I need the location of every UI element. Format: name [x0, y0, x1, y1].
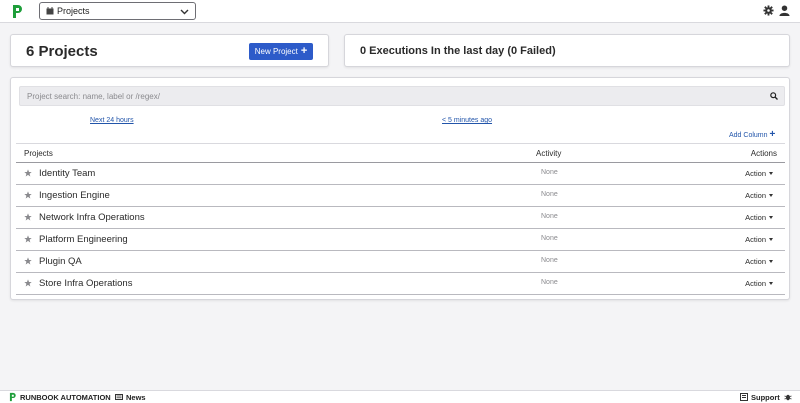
projects-count: 6 Projects — [26, 43, 98, 60]
caret-down-icon — [769, 282, 773, 285]
action-label: Action — [745, 279, 766, 288]
table-row[interactable]: Network Infra Operations None Action — [16, 207, 785, 229]
plus-icon: + — [300, 45, 308, 57]
project-name[interactable]: Store Infra Operations — [39, 278, 132, 289]
news-icon — [115, 394, 123, 400]
user-icon[interactable] — [779, 5, 790, 16]
add-column-button[interactable]: Add Column + — [729, 130, 775, 140]
action-label: Action — [745, 191, 766, 200]
next-24-hours-link[interactable]: Next 24 hours — [90, 117, 134, 124]
action-dropdown[interactable]: Action — [745, 235, 773, 244]
bug-icon[interactable] — [784, 393, 792, 401]
gear-icon[interactable] — [763, 5, 774, 16]
project-name[interactable]: Identity Team — [39, 168, 95, 179]
action-dropdown[interactable]: Action — [745, 191, 773, 200]
footer: RUNBOOK AUTOMATION News Support — [0, 390, 800, 403]
project-activity: None — [541, 191, 558, 198]
action-label: Action — [745, 213, 766, 222]
project-selector[interactable]: Projects — [39, 2, 196, 20]
star-icon[interactable] — [24, 279, 32, 287]
support-link[interactable]: Support — [751, 393, 780, 402]
star-icon[interactable] — [24, 191, 32, 199]
star-icon[interactable] — [24, 257, 32, 265]
top-bar: Projects — [0, 0, 800, 23]
executions-summary-card: 0 Executions In the last day (0 Failed) — [344, 34, 790, 67]
action-label: Action — [745, 235, 766, 244]
table-header: Projects Activity Actions — [16, 143, 785, 163]
table-row[interactable]: Store Infra Operations None Action — [16, 273, 785, 295]
project-list-card: Next 24 hours < 5 minutes ago Add Column… — [10, 77, 790, 300]
project-activity: None — [541, 213, 558, 220]
project-name[interactable]: Platform Engineering — [39, 234, 128, 245]
logo-icon — [9, 392, 16, 402]
caret-down-icon — [769, 172, 773, 175]
project-name[interactable]: Ingestion Engine — [39, 190, 110, 201]
star-icon[interactable] — [24, 235, 32, 243]
search-icon[interactable] — [770, 92, 778, 100]
action-dropdown[interactable]: Action — [745, 169, 773, 178]
plus-icon: + — [769, 129, 776, 140]
action-dropdown[interactable]: Action — [745, 279, 773, 288]
caret-down-icon — [769, 238, 773, 241]
star-icon[interactable] — [24, 169, 32, 177]
project-activity: None — [541, 257, 558, 264]
logo-icon[interactable] — [10, 4, 24, 19]
project-name[interactable]: Plugin QA — [39, 256, 82, 267]
new-project-button[interactable]: New Project + — [249, 43, 313, 60]
project-search-box — [19, 86, 785, 106]
caret-down-icon — [769, 216, 773, 219]
project-activity: None — [541, 279, 558, 286]
project-selector-label: Projects — [57, 6, 90, 16]
project-name[interactable]: Network Infra Operations — [39, 212, 145, 223]
header-activity: Activity — [536, 149, 562, 158]
support-icon — [740, 393, 748, 401]
project-activity: None — [541, 235, 558, 242]
executions-summary: 0 Executions In the last day (0 Failed) — [360, 45, 556, 57]
last-updated-link[interactable]: < 5 minutes ago — [442, 117, 492, 124]
news-link[interactable]: News — [126, 393, 146, 402]
star-icon[interactable] — [24, 213, 32, 221]
caret-down-icon — [769, 194, 773, 197]
header-actions: Actions — [750, 149, 777, 158]
projects-table: Projects Activity Actions Identity Team … — [16, 143, 785, 295]
add-column-label: Add Column — [729, 131, 768, 139]
table-row[interactable]: Platform Engineering None Action — [16, 229, 785, 251]
new-project-label: New Project — [254, 47, 298, 56]
action-label: Action — [745, 169, 766, 178]
action-label: Action — [745, 257, 766, 266]
action-dropdown[interactable]: Action — [745, 213, 773, 222]
project-activity: None — [541, 169, 558, 176]
caret-down-icon — [769, 260, 773, 263]
header-projects[interactable]: Projects — [24, 149, 53, 158]
table-row[interactable]: Plugin QA None Action — [16, 251, 785, 273]
chevron-down-icon — [180, 9, 189, 15]
action-dropdown[interactable]: Action — [745, 257, 773, 266]
footer-brand: RUNBOOK AUTOMATION — [20, 393, 111, 402]
table-row[interactable]: Identity Team None Action — [16, 163, 785, 185]
table-row[interactable]: Ingestion Engine None Action — [16, 185, 785, 207]
projects-summary-card: 6 Projects New Project + — [10, 34, 329, 67]
project-search-input[interactable] — [20, 87, 765, 105]
calendar-icon — [46, 7, 54, 15]
